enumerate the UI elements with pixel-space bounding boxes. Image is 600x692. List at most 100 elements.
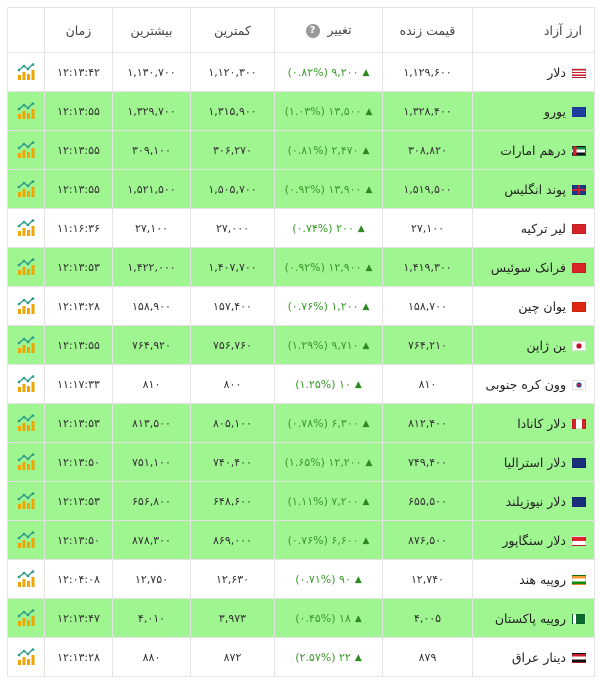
chart-icon[interactable] (17, 648, 35, 665)
currency-name[interactable]: دلار استرالیا (504, 455, 566, 470)
change-cell: ▲۲۰۰ (۰.۷۴%) (274, 208, 383, 248)
au-flag-icon (572, 458, 586, 468)
high-cell: ۸۸۰ (112, 637, 191, 677)
live-price-cell: ۷۶۴,۲۱۰ (382, 325, 473, 365)
chart-icon[interactable] (17, 180, 35, 197)
chart-button[interactable] (7, 598, 45, 638)
chevron-up-icon: ▲ (362, 418, 370, 429)
table-row[interactable]: درهم امارات ۳۰۸,۸۲۰ ▲۲,۴۷۰ (۰.۸۱%) ۳۰۶,۲۷۰ ۳… (7, 130, 595, 170)
chart-icon[interactable] (17, 63, 35, 80)
currency-name[interactable]: پوند انگلیس (504, 182, 566, 197)
table-row[interactable]: فرانک سوئیس ۱,۴۱۹,۳۰۰ ▲۱۲,۹۰۰ (۰.۹۲%) ۱,۴۰۷… (7, 247, 595, 287)
low-cell: ۱۵۷,۴۰۰ (190, 286, 275, 326)
chart-icon[interactable] (17, 609, 35, 626)
currency-name[interactable]: وون کره جنوبی (486, 377, 566, 392)
chart-icon[interactable] (17, 258, 35, 275)
change-cell: ▲۹,۲۰۰ (۰.۸۲%) (274, 52, 383, 92)
table-row[interactable]: روپیه هند ۱۲,۷۴۰ ▲۹۰ (۰.۷۱%) ۱۲,۶۳۰ ۱۲,۷۵۰ ۱۲… (7, 559, 595, 599)
chart-icon[interactable] (17, 570, 35, 587)
high-cell: ۷۶۴,۹۲۰ (112, 325, 191, 365)
table-row[interactable]: یورو ۱,۳۲۸,۴۰۰ ▲۱۳,۵۰۰ (۱.۰۳%) ۱,۳۱۵,۹۰۰ ۱,۳… (7, 91, 595, 131)
change-cell: ▲۶,۳۰۰ (۰.۷۸%) (274, 403, 383, 443)
currency-name-cell: دینار عراق (472, 637, 595, 677)
live-price-cell: ۴,۰۰۵ (382, 598, 473, 638)
chart-icon[interactable] (17, 102, 35, 119)
chart-icon[interactable] (17, 492, 35, 509)
table-row[interactable]: ین ژاپن ۷۶۴,۲۱۰ ▲۹,۷۱۰ (۱.۲۹%) ۷۵۶,۷۶۰ ۷۶۴,۹… (7, 325, 595, 365)
table-row[interactable]: دینار عراق ۸۷۹ ▲۲۲ (۲.۵۷%) ۸۷۲ ۸۸۰ ۱۲:۱۳:۲۸ (7, 637, 595, 677)
chart-button[interactable] (7, 169, 45, 209)
low-cell: ۳,۹۷۳ (190, 598, 275, 638)
chart-button[interactable] (7, 520, 45, 560)
chart-button[interactable] (7, 286, 45, 326)
currency-name[interactable]: یورو (544, 104, 566, 119)
low-cell: ۱,۱۲۰,۳۰۰ (190, 52, 275, 92)
low-cell: ۸۷۲ (190, 637, 275, 677)
currency-name[interactable]: درهم امارات (500, 143, 566, 158)
table-row[interactable]: پوند انگلیس ۱,۵۱۹,۵۰۰ ▲۱۳,۹۰۰ (۰.۹۲%) ۱,۵۰۵… (7, 169, 595, 209)
chart-button[interactable] (7, 208, 45, 248)
change-value: ۲,۴۷۰ (۰.۸۱%) (287, 143, 359, 157)
live-price-cell: ۸۱۲,۴۰۰ (382, 403, 473, 443)
currency-name[interactable]: ین ژاپن (527, 338, 566, 353)
time-cell: ۱۲:۱۳:۵۳ (44, 247, 113, 287)
chevron-up-icon: ▲ (354, 379, 362, 390)
low-cell: ۱,۵۰۵,۷۰۰ (190, 169, 275, 209)
currency-name[interactable]: روپیه هند (519, 572, 566, 587)
table-row[interactable]: وون کره جنوبی ۸۱۰ ▲۱۰ (۱.۲۵%) ۸۰۰ ۸۱۰ ۱۱:۱۷:۳… (7, 364, 595, 404)
chart-button[interactable] (7, 364, 45, 404)
chart-icon[interactable] (17, 531, 35, 548)
chevron-up-icon: ▲ (354, 652, 362, 663)
low-cell: ۱۲,۶۳۰ (190, 559, 275, 599)
time-cell: ۱۲:۱۳:۲۸ (44, 286, 113, 326)
chart-icon[interactable] (17, 336, 35, 353)
table-row[interactable]: دلار ۱,۱۲۹,۶۰۰ ▲۹,۲۰۰ (۰.۸۲%) ۱,۱۲۰,۳۰۰ ۱,۱۳… (7, 52, 595, 92)
high-cell: ۲۷,۱۰۰ (112, 208, 191, 248)
chart-button[interactable] (7, 130, 45, 170)
currency-name[interactable]: یوان چین (518, 299, 566, 314)
currency-table-container: ارز آزاد قیمت زنده تغییر ? کمترین بیشتری… (7, 7, 595, 677)
currency-name[interactable]: روپیه پاکستان (495, 611, 566, 626)
chart-icon[interactable] (17, 453, 35, 470)
currency-name-cell: یوان چین (472, 286, 595, 326)
chart-button[interactable] (7, 52, 45, 92)
chart-button[interactable] (7, 481, 45, 521)
chevron-up-icon: ▲ (357, 223, 365, 234)
currency-name[interactable]: فرانک سوئیس (491, 260, 566, 275)
chart-button[interactable] (7, 403, 45, 443)
table-row[interactable]: دلار سنگاپور ۸۷۶,۵۰۰ ▲۶,۶۰۰ (۰.۷۶%) ۸۶۹,۰۰۰… (7, 520, 595, 560)
chart-button[interactable] (7, 559, 45, 599)
currency-name-cell: پوند انگلیس (472, 169, 595, 209)
high-cell: ۸۱۰ (112, 364, 191, 404)
table-row[interactable]: لیر ترکیه ۲۷,۱۰۰ ▲۲۰۰ (۰.۷۴%) ۲۷,۰۰۰ ۲۷,۱۰۰ ۱… (7, 208, 595, 248)
jp-flag-icon (572, 341, 586, 351)
currency-name[interactable]: دلار (547, 65, 566, 80)
chart-icon[interactable] (17, 219, 35, 236)
change-cell: ▲۲,۴۷۰ (۰.۸۱%) (274, 130, 383, 170)
currency-name[interactable]: دلار نیوزیلند (506, 494, 566, 509)
chevron-up-icon: ▲ (362, 535, 370, 546)
high-cell: ۱,۴۲۲,۰۰۰ (112, 247, 191, 287)
table-row[interactable]: دلار کانادا ۸۱۲,۴۰۰ ▲۶,۳۰۰ (۰.۷۸%) ۸۰۵,۱۰۰ ۸… (7, 403, 595, 443)
low-cell: ۸۶۹,۰۰۰ (190, 520, 275, 560)
table-row[interactable]: روپیه پاکستان ۴,۰۰۵ ▲۱۸ (۰.۴۵%) ۳,۹۷۳ ۴,۰۱۰ ۱… (7, 598, 595, 638)
chart-button[interactable] (7, 442, 45, 482)
currency-name[interactable]: دلار کانادا (517, 416, 566, 431)
chart-icon[interactable] (17, 375, 35, 392)
chart-icon[interactable] (17, 141, 35, 158)
currency-name[interactable]: دینار عراق (512, 650, 566, 665)
change-cell: ▲۹۰ (۰.۷۱%) (274, 559, 383, 599)
currency-name[interactable]: دلار سنگاپور (502, 533, 566, 548)
help-icon[interactable]: ? (305, 23, 320, 38)
table-row[interactable]: یوان چین ۱۵۸,۷۰۰ ▲۱,۲۰۰ (۰.۷۶%) ۱۵۷,۴۰۰ ۱۵۸,… (7, 286, 595, 326)
chart-icon[interactable] (17, 414, 35, 431)
currency-name[interactable]: لیر ترکیه (521, 221, 566, 236)
currency-name-cell: دلار سنگاپور (472, 520, 595, 560)
chart-button[interactable] (7, 247, 45, 287)
table-row[interactable]: دلار استرالیا ۷۴۹,۴۰۰ ▲۱۲,۲۰۰ (۱.۶۵%) ۷۴۰,۴… (7, 442, 595, 482)
chart-icon[interactable] (17, 297, 35, 314)
table-row[interactable]: دلار نیوزیلند ۶۵۵,۵۰۰ ▲۷,۲۰۰ (۱.۱۱%) ۶۴۸,۶۰… (7, 481, 595, 521)
chart-button[interactable] (7, 325, 45, 365)
chart-button[interactable] (7, 637, 45, 677)
chart-button[interactable] (7, 91, 45, 131)
